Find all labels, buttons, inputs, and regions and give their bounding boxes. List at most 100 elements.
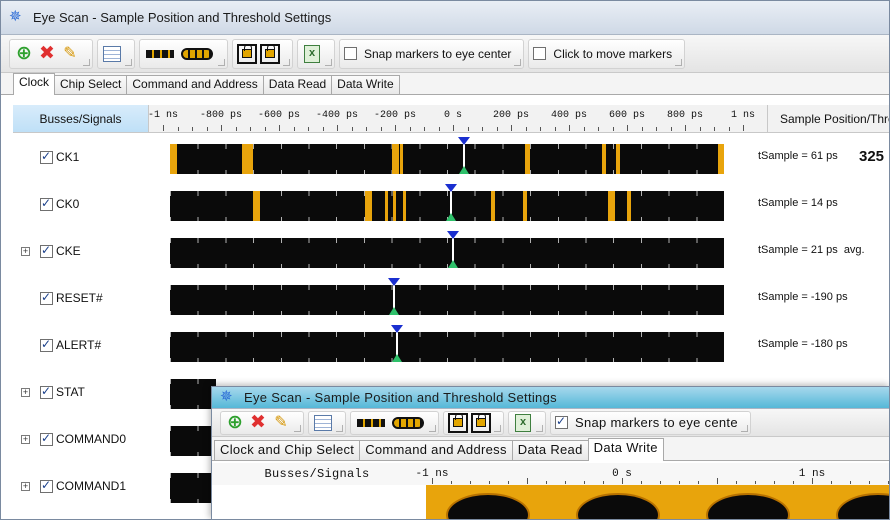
threshold-marker-handle[interactable] — [447, 260, 458, 268]
scale-tick-label: -800 ps — [199, 110, 243, 121]
scale-tick — [641, 127, 643, 131]
lock-all-icon[interactable] — [471, 412, 491, 433]
excel-export-icon[interactable]: x — [513, 413, 533, 433]
bus-eye-icon[interactable] — [179, 44, 215, 64]
tab-data-read[interactable]: Data Read — [262, 75, 333, 94]
signal-checkbox[interactable] — [40, 384, 53, 399]
table-tools-group — [308, 410, 346, 435]
export-group: x — [297, 38, 335, 69]
eye-opening — [576, 493, 660, 519]
tab-command-and-address[interactable]: Command and Address — [359, 440, 513, 460]
scale-tick — [482, 127, 483, 131]
delete-icon[interactable]: ✖ — [248, 413, 268, 433]
expand-icon[interactable]: + — [21, 388, 30, 397]
scale-tick — [603, 481, 604, 484]
scale-tick — [755, 481, 756, 484]
delete-icon[interactable]: ✖ — [37, 44, 57, 64]
time-marker-handle[interactable] — [388, 278, 401, 286]
tab-clock-and-chip-select[interactable]: Clock and Chip Select — [214, 440, 361, 460]
lock-all-icon[interactable] — [260, 43, 280, 64]
export-group: x — [508, 410, 546, 435]
scale-tick — [366, 127, 367, 131]
tab-data-read[interactable]: Data Read — [511, 440, 589, 460]
transition-edge — [253, 191, 261, 221]
busses-signals-header[interactable]: Busses/Signals — [212, 463, 422, 485]
tsample-text: tSample = 61 ps — [758, 150, 838, 162]
lock-icon[interactable] — [237, 43, 257, 64]
tsample-value: tSample = -190 ps — [758, 291, 848, 303]
scale-tick — [812, 478, 813, 484]
scale-tick — [293, 127, 295, 131]
signal-trace[interactable] — [170, 144, 724, 174]
signal-trace[interactable] — [170, 332, 724, 362]
click-move-checkbox[interactable] — [533, 47, 547, 60]
scale-tick — [569, 125, 570, 131]
bus-solid-icon[interactable] — [355, 413, 387, 433]
trace-ticks-top — [170, 144, 724, 149]
expand-icon[interactable]: + — [21, 247, 30, 256]
signal-checkbox[interactable] — [40, 478, 53, 493]
title-bar-overlay: Eye Scan - Sample Position and Threshold… — [212, 387, 889, 409]
scale-tick — [380, 127, 382, 131]
time-marker-handle[interactable] — [444, 184, 457, 192]
excel-export-icon[interactable]: x — [302, 44, 322, 64]
signal-name: CK1 — [56, 150, 80, 164]
busses-signals-header[interactable]: Busses/Signals — [13, 105, 149, 132]
bus-eye-icon[interactable] — [390, 413, 426, 433]
sample-position-header[interactable]: Sample Position/Threshold — [767, 105, 889, 132]
signal-checkbox[interactable] — [40, 431, 53, 446]
signal-checkbox[interactable] — [40, 196, 53, 211]
expand-icon[interactable]: + — [21, 435, 30, 444]
time-marker-handle[interactable] — [457, 137, 470, 145]
signal-row: CK1 tSample = 61 ps 325 ps — [13, 136, 889, 183]
threshold-marker-handle[interactable] — [392, 354, 403, 362]
signal-trace[interactable] — [170, 473, 216, 503]
tab-data-write[interactable]: Data Write — [587, 438, 664, 461]
expand-icon[interactable]: + — [21, 482, 30, 491]
snap-group: Snap markers to eye cente — [550, 410, 751, 435]
signal-checkbox[interactable] — [40, 149, 53, 164]
signal-trace[interactable] — [170, 379, 216, 409]
bus-solid-icon[interactable] — [144, 44, 176, 64]
threshold-marker-handle[interactable] — [389, 307, 400, 315]
scale-tick — [221, 125, 222, 131]
threshold-marker-handle[interactable] — [445, 213, 456, 221]
scale-tick — [627, 125, 628, 131]
tab-strip: Clock Chip Select Command and Address Da… — [1, 73, 889, 95]
trace-ticks-bottom — [170, 499, 216, 503]
scale-tick — [869, 481, 870, 484]
tab-chip-select[interactable]: Chip Select — [54, 75, 128, 94]
lock-icon[interactable] — [448, 412, 468, 433]
table-icon[interactable] — [102, 44, 122, 64]
signal-checkbox[interactable] — [40, 290, 53, 305]
snap-checkbox[interactable] — [555, 414, 568, 429]
table-icon[interactable] — [313, 413, 333, 433]
tab-clock[interactable]: Clock — [13, 73, 56, 95]
transition-edge — [170, 144, 177, 174]
add-icon[interactable]: ⊕ — [225, 413, 245, 433]
scale-tick — [308, 127, 309, 131]
pencil-icon[interactable]: ✎ — [60, 44, 80, 64]
scale-tick — [641, 481, 642, 484]
edit-tools-group: ⊕ ✖ ✎ — [220, 410, 304, 435]
signal-checkbox[interactable] — [40, 243, 53, 258]
transition-edge — [392, 191, 396, 221]
pencil-icon[interactable]: ✎ — [271, 413, 291, 433]
tab-command-and-address[interactable]: Command and Address — [126, 75, 264, 94]
scale-tick-label: -400 ps — [315, 110, 359, 121]
signal-trace[interactable] — [170, 426, 216, 456]
signal-checkbox[interactable] — [40, 337, 53, 352]
snap-checkbox[interactable] — [344, 47, 357, 60]
scale-tick — [438, 127, 440, 131]
transition-edge — [491, 191, 496, 221]
scale-tick — [451, 481, 452, 484]
time-marker-handle[interactable] — [391, 325, 404, 333]
threshold-marker-handle[interactable] — [458, 166, 469, 174]
scale-tick — [622, 478, 623, 484]
add-icon[interactable]: ⊕ — [14, 44, 34, 64]
signal-trace[interactable] — [170, 285, 724, 315]
tab-data-write[interactable]: Data Write — [331, 75, 400, 94]
trace-ticks-top — [170, 332, 724, 337]
time-marker-handle[interactable] — [446, 231, 459, 239]
scale-tick-label: 600 ps — [608, 110, 646, 121]
